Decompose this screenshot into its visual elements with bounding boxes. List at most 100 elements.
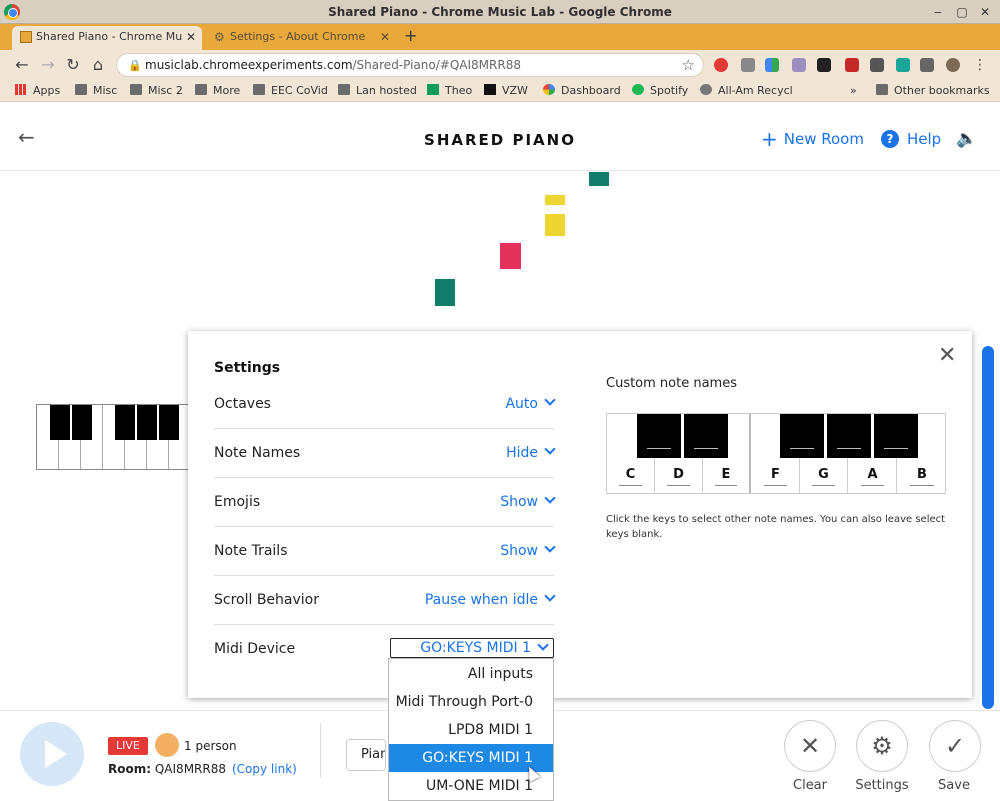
menu-icon[interactable]: ⋮ bbox=[970, 55, 990, 75]
back-arrow-icon[interactable]: ← bbox=[12, 55, 32, 75]
scrollbar[interactable] bbox=[982, 346, 994, 709]
bookmark-more[interactable]: More bbox=[195, 83, 240, 99]
bookmark-label: VZW bbox=[502, 84, 528, 97]
custom-black-key[interactable] bbox=[827, 414, 871, 458]
avatar[interactable] bbox=[946, 58, 960, 72]
bookmark-apps[interactable]: Apps bbox=[15, 83, 60, 99]
custom-black-key[interactable] bbox=[684, 414, 728, 458]
setting-octaves[interactable]: Octaves Auto bbox=[214, 380, 556, 429]
custom-black-key[interactable] bbox=[780, 414, 824, 458]
clear-button[interactable]: ✕ bbox=[784, 720, 836, 772]
bookmark-label: Spotify bbox=[650, 84, 689, 97]
bookmark-all-am-recycl[interactable]: All-Am Recycl bbox=[700, 83, 793, 99]
setting-value[interactable]: Hide bbox=[506, 443, 556, 461]
setting-label: Emojis bbox=[214, 494, 261, 510]
setting-label: Octaves bbox=[214, 396, 271, 412]
midi-device-select[interactable]: GO:KEYS MIDI 1 bbox=[390, 638, 554, 658]
piano-keyboard[interactable] bbox=[36, 404, 196, 470]
bookmarks-bar: Apps Misc Misc 2 More EEC CoVid Lan host… bbox=[0, 80, 1000, 102]
key-underline bbox=[837, 448, 861, 449]
window-close-icon[interactable]: ✕ bbox=[977, 4, 993, 20]
divider bbox=[320, 723, 321, 778]
save-button[interactable]: ✓ bbox=[929, 720, 981, 772]
bookmark-theo[interactable]: Theo bbox=[427, 83, 472, 99]
window-title: Shared Piano - Chrome Music Lab - Google… bbox=[328, 5, 672, 19]
chevron-down-icon bbox=[544, 590, 556, 602]
midi-option-midi-through[interactable]: Midi Through Port-0 bbox=[389, 688, 553, 716]
setting-value[interactable]: Auto bbox=[505, 394, 556, 412]
bookmark-misc[interactable]: Misc bbox=[75, 83, 117, 99]
tab-close-icon[interactable]: ✕ bbox=[186, 26, 196, 48]
minimize-icon[interactable]: ‒ bbox=[930, 4, 946, 20]
bookmark-dashboard[interactable]: Dashboard bbox=[543, 83, 621, 99]
reload-icon[interactable]: ↻ bbox=[63, 55, 83, 75]
extension-icon[interactable] bbox=[896, 58, 910, 72]
tab-shared-piano[interactable]: Shared Piano - Chrome Mu ✕ bbox=[12, 26, 202, 50]
settings-button[interactable]: ⚙ bbox=[856, 720, 908, 772]
address-url: musiclab.chromeexperiments.com/Shared-Pi… bbox=[145, 58, 521, 72]
black-key[interactable] bbox=[115, 405, 135, 440]
midi-option-lpd8[interactable]: LPD8 MIDI 1 bbox=[389, 716, 553, 744]
midi-option-all-inputs[interactable]: All inputs bbox=[389, 660, 553, 688]
extension-icon[interactable] bbox=[817, 58, 831, 72]
setting-value-text: Hide bbox=[506, 445, 538, 461]
new-tab-button[interactable]: + bbox=[404, 26, 417, 46]
bookmark-label: Dashboard bbox=[561, 84, 621, 97]
copy-link[interactable]: (Copy link) bbox=[232, 762, 297, 776]
address-bar[interactable]: 🔒 musiclab.chromeexperiments.com/Shared-… bbox=[116, 53, 704, 77]
puzzle-icon[interactable] bbox=[920, 58, 934, 72]
bookmark-other[interactable]: Other bookmarks bbox=[876, 83, 990, 99]
app-header: ← SHARED PIANO + New Room ? Help 🔈 bbox=[0, 103, 1000, 171]
setting-note-names[interactable]: Note Names Hide bbox=[214, 429, 556, 478]
opera-extension-icon[interactable] bbox=[714, 58, 728, 72]
chevron-down-icon bbox=[544, 541, 556, 553]
tab-close-icon[interactable]: ✕ bbox=[380, 26, 390, 48]
new-room-button[interactable]: + New Room bbox=[761, 129, 864, 149]
setting-value[interactable]: Show bbox=[500, 541, 556, 559]
bookmarks-overflow-chevron-icon[interactable]: » bbox=[850, 83, 857, 99]
apps-grid-icon bbox=[15, 84, 27, 95]
bookmark-spotify[interactable]: Spotify bbox=[632, 83, 688, 99]
bookmark-label: Apps bbox=[33, 84, 61, 97]
speaker-icon[interactable]: 🔈 bbox=[956, 129, 977, 149]
instrument-selector[interactable]: Piano bbox=[346, 739, 386, 771]
close-icon[interactable]: ✕ bbox=[938, 345, 956, 367]
setting-value[interactable]: Show bbox=[500, 492, 556, 510]
extension-icon[interactable] bbox=[845, 58, 859, 72]
forward-arrow-icon[interactable]: → bbox=[38, 55, 58, 75]
play-button[interactable] bbox=[20, 722, 84, 786]
bookmark-label: Misc bbox=[93, 84, 118, 97]
custom-black-key[interactable] bbox=[874, 414, 918, 458]
room-info: Room: QAI8MRR88 (Copy link) bbox=[108, 762, 297, 776]
extension-icon[interactable] bbox=[741, 58, 755, 72]
extension-icon[interactable] bbox=[765, 58, 779, 72]
extension-icon[interactable] bbox=[870, 58, 884, 72]
bookmark-star-icon[interactable]: ☆ bbox=[682, 56, 695, 74]
bookmark-label: Theo bbox=[445, 84, 473, 97]
black-key[interactable] bbox=[159, 405, 179, 440]
bookmark-lan-hosted[interactable]: Lan hosted bbox=[338, 83, 417, 99]
bookmark-vzw[interactable]: VZW bbox=[484, 83, 528, 99]
setting-label: Note Names bbox=[214, 445, 301, 461]
key-underline bbox=[715, 485, 737, 486]
key-note-name: F bbox=[771, 467, 780, 482]
setting-scroll-behavior[interactable]: Scroll Behavior Pause when idle bbox=[214, 576, 556, 625]
maximize-icon[interactable]: ▢ bbox=[954, 4, 970, 20]
bookmark-eec-covid[interactable]: EEC CoVid bbox=[253, 83, 328, 99]
help-button[interactable]: ? Help bbox=[881, 129, 941, 149]
black-key[interactable] bbox=[50, 405, 70, 440]
green-plus-icon bbox=[427, 84, 439, 95]
setting-note-trails[interactable]: Note Trails Show bbox=[214, 527, 556, 576]
bookmark-label: All-Am Recycl bbox=[718, 84, 793, 97]
setting-value[interactable]: Pause when idle bbox=[425, 590, 556, 608]
home-icon[interactable]: ⌂ bbox=[88, 55, 108, 75]
setting-emojis[interactable]: Emojis Show bbox=[214, 478, 556, 527]
black-key[interactable] bbox=[72, 405, 92, 440]
extension-icon[interactable] bbox=[792, 58, 806, 72]
tab-chrome-settings[interactable]: ⚙ Settings - About Chrome ✕ bbox=[206, 26, 396, 50]
custom-black-key[interactable] bbox=[637, 414, 681, 458]
black-key[interactable] bbox=[137, 405, 157, 440]
chevron-down-icon bbox=[537, 639, 549, 651]
bookmark-misc-2[interactable]: Misc 2 bbox=[130, 83, 183, 99]
key-underline bbox=[910, 485, 934, 486]
